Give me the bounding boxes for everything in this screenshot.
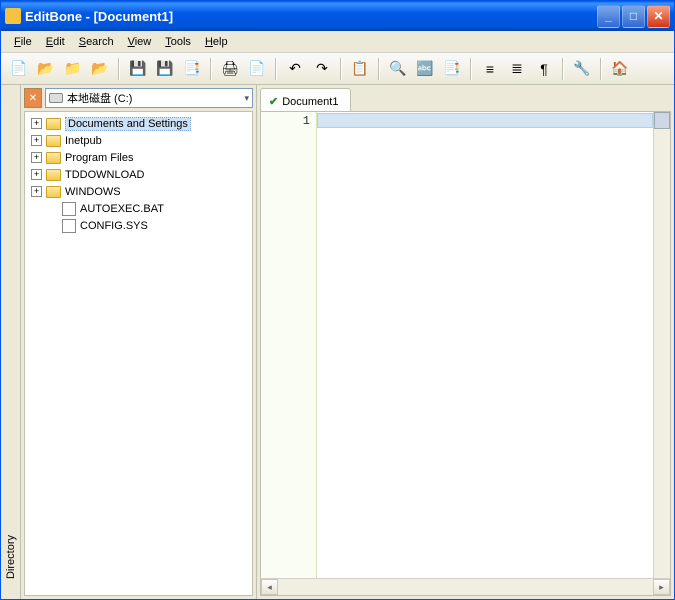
find-icon[interactable]: 🔍 (386, 57, 410, 81)
menubar: File Edit Search View Tools Help (1, 31, 674, 53)
reopen-icon[interactable]: 📂 (88, 57, 112, 81)
menu-help[interactable]: Help (198, 34, 235, 50)
menu-edit[interactable]: Edit (39, 34, 72, 50)
folder-icon (46, 169, 61, 181)
current-line-highlight (317, 113, 653, 128)
expand-icon[interactable]: + (31, 152, 42, 163)
saveas-icon[interactable]: 💾 (153, 57, 177, 81)
wrap-icon[interactable]: ≡ (478, 57, 502, 81)
drive-selector[interactable]: 本地磁盘 (C:) ▾ (45, 88, 253, 108)
tree-label: Program Files (65, 152, 133, 164)
numbers-icon[interactable]: ≣ (505, 57, 529, 81)
home-icon[interactable]: 🏠 (608, 57, 632, 81)
horizontal-scrollbar[interactable]: ◂ ▸ (261, 578, 670, 595)
open-icon[interactable]: 📂 (34, 57, 58, 81)
close-panel-button[interactable]: ✕ (24, 88, 42, 108)
expand-icon[interactable]: + (31, 135, 42, 146)
directory-sidetab[interactable]: Directory (1, 85, 21, 599)
close-button[interactable]: ✕ (647, 5, 670, 28)
folder-icon (46, 118, 61, 130)
file-icon (62, 219, 76, 233)
menu-view[interactable]: View (121, 34, 159, 50)
tree-label: WINDOWS (65, 186, 121, 198)
undo-icon[interactable]: ↶ (283, 57, 307, 81)
expand-icon[interactable]: + (31, 186, 42, 197)
maximize-button[interactable]: □ (622, 5, 645, 28)
tree-node[interactable]: + WINDOWS (27, 183, 250, 200)
folder-icon (46, 135, 61, 147)
saveall-icon[interactable]: 📑 (180, 57, 204, 81)
titlebar: EditBone - [Document1] _ □ ✕ (1, 1, 674, 31)
expand-icon (47, 220, 58, 231)
openall-icon[interactable]: 📁 (61, 57, 85, 81)
special-icon[interactable]: ¶ (532, 57, 556, 81)
bookmark-icon[interactable]: 📑 (440, 57, 464, 81)
toolbar: 📄 📂 📁 📂 💾 💾 📑 🖨 📄 ↶ ↷ 📋 🔍 🔤 📑 ≡ ≣ ¶ 🔧 🏠 (1, 53, 674, 85)
tools-icon[interactable]: 🔧 (570, 57, 594, 81)
document-tab[interactable]: ✔ Document1 (260, 88, 351, 111)
expand-icon (47, 203, 58, 214)
window-title: EditBone - [Document1] (25, 9, 173, 24)
new-icon[interactable]: 📄 (7, 57, 31, 81)
info-icon[interactable]: 📋 (348, 57, 372, 81)
folder-icon (46, 152, 61, 164)
tree-node[interactable]: AUTOEXEC.BAT (27, 200, 250, 217)
tree-label: Inetpub (65, 135, 102, 147)
tree-node[interactable]: + Program Files (27, 149, 250, 166)
chevron-down-icon: ▾ (244, 93, 249, 104)
file-icon (62, 202, 76, 216)
minimize-button[interactable]: _ (597, 5, 620, 28)
redo-icon[interactable]: ↷ (310, 57, 334, 81)
replace-icon[interactable]: 🔤 (413, 57, 437, 81)
menu-search[interactable]: Search (72, 34, 121, 50)
save-icon[interactable]: 💾 (126, 57, 150, 81)
print-icon[interactable]: 🖨 (218, 57, 242, 81)
tree-label: TDDOWNLOAD (65, 169, 144, 181)
app-icon (5, 8, 21, 24)
file-tree: + Documents and Settings + Inetpub + Program … (24, 111, 253, 596)
tree-node[interactable]: + Documents and Settings (27, 115, 250, 132)
tree-label: Documents and Settings (65, 117, 191, 131)
tree-node[interactable]: CONFIG.SYS (27, 217, 250, 234)
expand-icon[interactable]: + (31, 169, 42, 180)
preview-icon[interactable]: 📄 (245, 57, 269, 81)
line-gutter: 1 (261, 112, 317, 578)
check-icon: ✔ (269, 95, 278, 108)
tree-label: AUTOEXEC.BAT (80, 203, 164, 215)
folder-icon (46, 186, 61, 198)
vertical-scrollbar[interactable] (653, 112, 670, 578)
tree-node[interactable]: + TDDOWNLOAD (27, 166, 250, 183)
menu-tools[interactable]: Tools (158, 34, 198, 50)
tab-label: Document1 (282, 96, 338, 108)
scroll-left-icon[interactable]: ◂ (261, 579, 278, 595)
drive-icon (49, 93, 63, 103)
scroll-right-icon[interactable]: ▸ (653, 579, 670, 595)
menu-file[interactable]: File (7, 34, 39, 50)
drive-label: 本地磁盘 (C:) (67, 90, 132, 106)
expand-icon[interactable]: + (31, 118, 42, 129)
editor-textarea[interactable] (317, 112, 653, 578)
tree-label: CONFIG.SYS (80, 220, 148, 232)
tree-node[interactable]: + Inetpub (27, 132, 250, 149)
